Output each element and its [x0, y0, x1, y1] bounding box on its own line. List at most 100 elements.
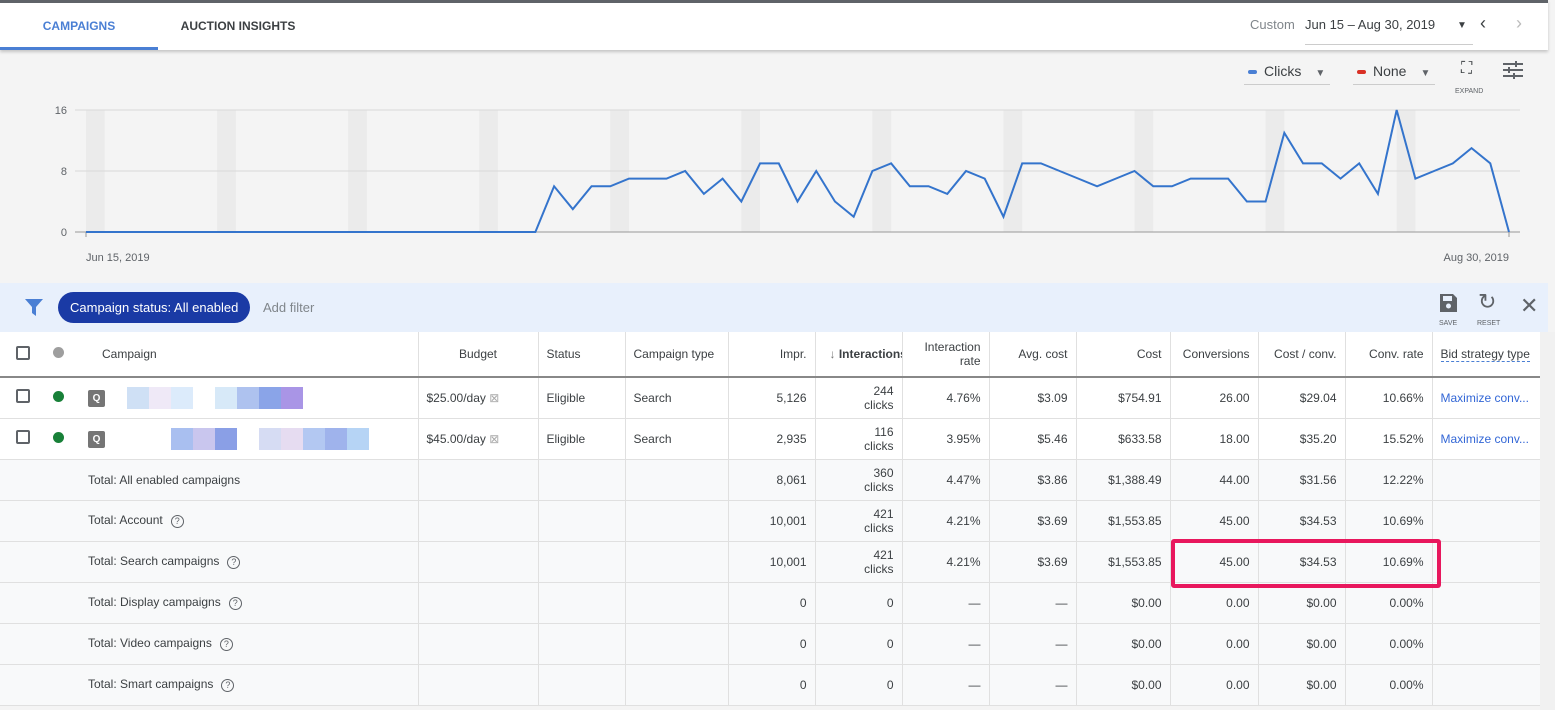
col-campaign-type[interactable]: Campaign type [625, 332, 729, 378]
col-cost[interactable]: Cost [1076, 332, 1171, 378]
interactions-cell: 0 [815, 664, 903, 706]
metric2-label: None [1373, 63, 1407, 79]
impr-cell: 2,935 [728, 418, 816, 460]
cost-cell: $0.00 [1076, 623, 1171, 665]
tab-auction-insights[interactable]: AUCTION INSIGHTS [158, 3, 318, 50]
date-range-picker[interactable]: Jun 15 – Aug 30, 2019 [1305, 17, 1473, 45]
total-label: Total: Account [88, 513, 163, 527]
cost-cell: $1,553.85 [1076, 541, 1171, 583]
clicks-chart: 0 8 16 Jun 15, 2019 Aug 30, 2019 [55, 105, 1520, 264]
interactions-cell: 0 [815, 582, 903, 624]
save-label: SAVE [1439, 320, 1458, 327]
dropdown-arrow-icon[interactable]: ▼ [1457, 20, 1467, 31]
cost-per-conv-cell: $31.56 [1258, 459, 1346, 501]
total-label: Total: Video campaigns [88, 636, 212, 650]
conv-rate-cell: 0.00% [1345, 623, 1433, 665]
y-tick-label: 8 [61, 166, 67, 178]
help-icon[interactable]: ? [170, 515, 184, 528]
col-budget[interactable]: Budget [418, 332, 539, 378]
budget-value[interactable]: $45.00/day [427, 432, 486, 446]
col-bid-strategy-type[interactable]: Bid strategy type [1432, 332, 1540, 378]
avg-cost-cell: $3.69 [989, 500, 1077, 542]
total-label: Total: Search campaigns [88, 554, 220, 568]
row-checkbox[interactable] [15, 430, 30, 444]
close-icon[interactable]: ✕ [1520, 293, 1538, 319]
metric1-label: Clicks [1264, 63, 1302, 79]
total-label: Total: Display campaigns [88, 595, 221, 609]
cost-cell: $1,553.85 [1076, 500, 1171, 542]
conversions-cell: 44.00 [1170, 459, 1259, 501]
conversions-cell: 26.00 [1170, 377, 1259, 419]
impr-cell: 0 [728, 623, 816, 665]
cost-per-conv-cell: $34.53 [1258, 500, 1346, 542]
avg-cost-cell: — [989, 582, 1077, 624]
campaign-name-redacted[interactable] [127, 427, 369, 450]
highlight-box [1171, 539, 1441, 588]
conv-rate-cell: 10.69% [1345, 500, 1433, 542]
save-icon[interactable] [1439, 293, 1458, 313]
reset-icon[interactable]: ↻ [1478, 289, 1496, 315]
conv-rate-cell: 0.00% [1345, 664, 1433, 706]
chart-settings-icon[interactable] [1503, 61, 1523, 79]
dropdown-arrow-icon: ▼ [1420, 68, 1431, 79]
metric1-select[interactable]: Clicks ▼ [1244, 58, 1330, 85]
filter-icon[interactable] [25, 299, 43, 316]
scrollbar[interactable] [1540, 332, 1555, 710]
budget-chart-icon: ⊠ [489, 431, 500, 446]
campaign-status-filter-chip[interactable]: Campaign status: All enabled [58, 292, 251, 323]
interaction-rate-cell: — [902, 623, 990, 665]
expand-label: EXPAND [1455, 88, 1484, 95]
col-avg-cost[interactable]: Avg. cost [989, 332, 1077, 378]
help-icon[interactable]: ? [221, 679, 235, 692]
reset-label: RESET [1477, 320, 1501, 327]
tab-campaigns[interactable]: CAMPAIGNS [0, 3, 158, 50]
prev-period-icon[interactable]: ‹ [1480, 13, 1486, 34]
table-row[interactable]: Q $45.00/day ⊠ Eligible Search 2,935 116 c… [0, 418, 1540, 460]
budget-chart-icon: ⊠ [489, 390, 500, 405]
col-interactions[interactable]: ↓ Interactions [815, 332, 903, 378]
expand-icon[interactable]: ⛶ [1461, 60, 1472, 78]
help-icon[interactable]: ? [227, 556, 241, 569]
col-interaction-rate[interactable]: Interaction rate [902, 332, 990, 378]
next-period-icon[interactable]: › [1516, 13, 1522, 34]
interactions-cell: 116 clicks [815, 418, 903, 460]
interactions-cell: 244 clicks [815, 377, 903, 419]
total-row: Total: Video campaigns? 0 0— — $0.00 0.00 $0.… [0, 623, 1540, 665]
col-status[interactable]: Status [538, 332, 626, 378]
impr-cell: 10,001 [728, 500, 816, 542]
impr-cell: 8,061 [728, 459, 816, 501]
search-campaign-icon: Q [88, 430, 105, 448]
cost-per-conv-cell: $35.20 [1258, 418, 1346, 460]
cost-per-conv-cell: $29.04 [1258, 377, 1346, 419]
metric2-select[interactable]: None ▼ [1353, 58, 1435, 85]
bid-strategy-link[interactable]: Maximize conv... [1432, 377, 1540, 419]
campaign-name-redacted[interactable] [127, 386, 303, 409]
interaction-rate-cell: 3.95% [902, 418, 990, 460]
total-row: Total: All enabled campaigns 8,061 360 cli… [0, 459, 1540, 501]
x-tick-label-start: Jun 15, 2019 [86, 252, 150, 264]
col-impr[interactable]: Impr. [728, 332, 816, 378]
avg-cost-cell: $5.46 [989, 418, 1077, 460]
cost-cell: $0.00 [1076, 582, 1171, 624]
add-filter-button[interactable]: Add filter [263, 300, 314, 315]
col-conv-rate[interactable]: Conv. rate [1345, 332, 1433, 378]
dropdown-arrow-icon: ▼ [1315, 68, 1326, 79]
help-icon[interactable]: ? [219, 638, 233, 651]
help-icon[interactable]: ? [228, 597, 242, 610]
impr-cell: 10,001 [728, 541, 816, 583]
select-all-checkbox[interactable] [15, 345, 30, 360]
cost-cell: $0.00 [1076, 664, 1171, 706]
table-row[interactable]: Q $25.00/day ⊠ Eligible Search 5,126 244 c… [0, 377, 1540, 419]
budget-value[interactable]: $25.00/day [427, 391, 486, 405]
col-campaign[interactable]: Campaign [75, 332, 419, 378]
total-row: Total: Smart campaigns? 0 0— — $0.00 0.00 $0.… [0, 664, 1540, 706]
interactions-cell: 360 clicks [815, 459, 903, 501]
total-label: Total: Smart campaigns [88, 677, 214, 691]
avg-cost-cell: — [989, 623, 1077, 665]
avg-cost-cell: $3.86 [989, 459, 1077, 501]
total-label: Total: All enabled campaigns [88, 472, 241, 487]
col-conversions[interactable]: Conversions [1170, 332, 1259, 378]
col-cost-per-conv[interactable]: Cost / conv. [1258, 332, 1346, 378]
bid-strategy-link[interactable]: Maximize conv... [1432, 418, 1540, 460]
row-checkbox[interactable] [15, 389, 30, 404]
